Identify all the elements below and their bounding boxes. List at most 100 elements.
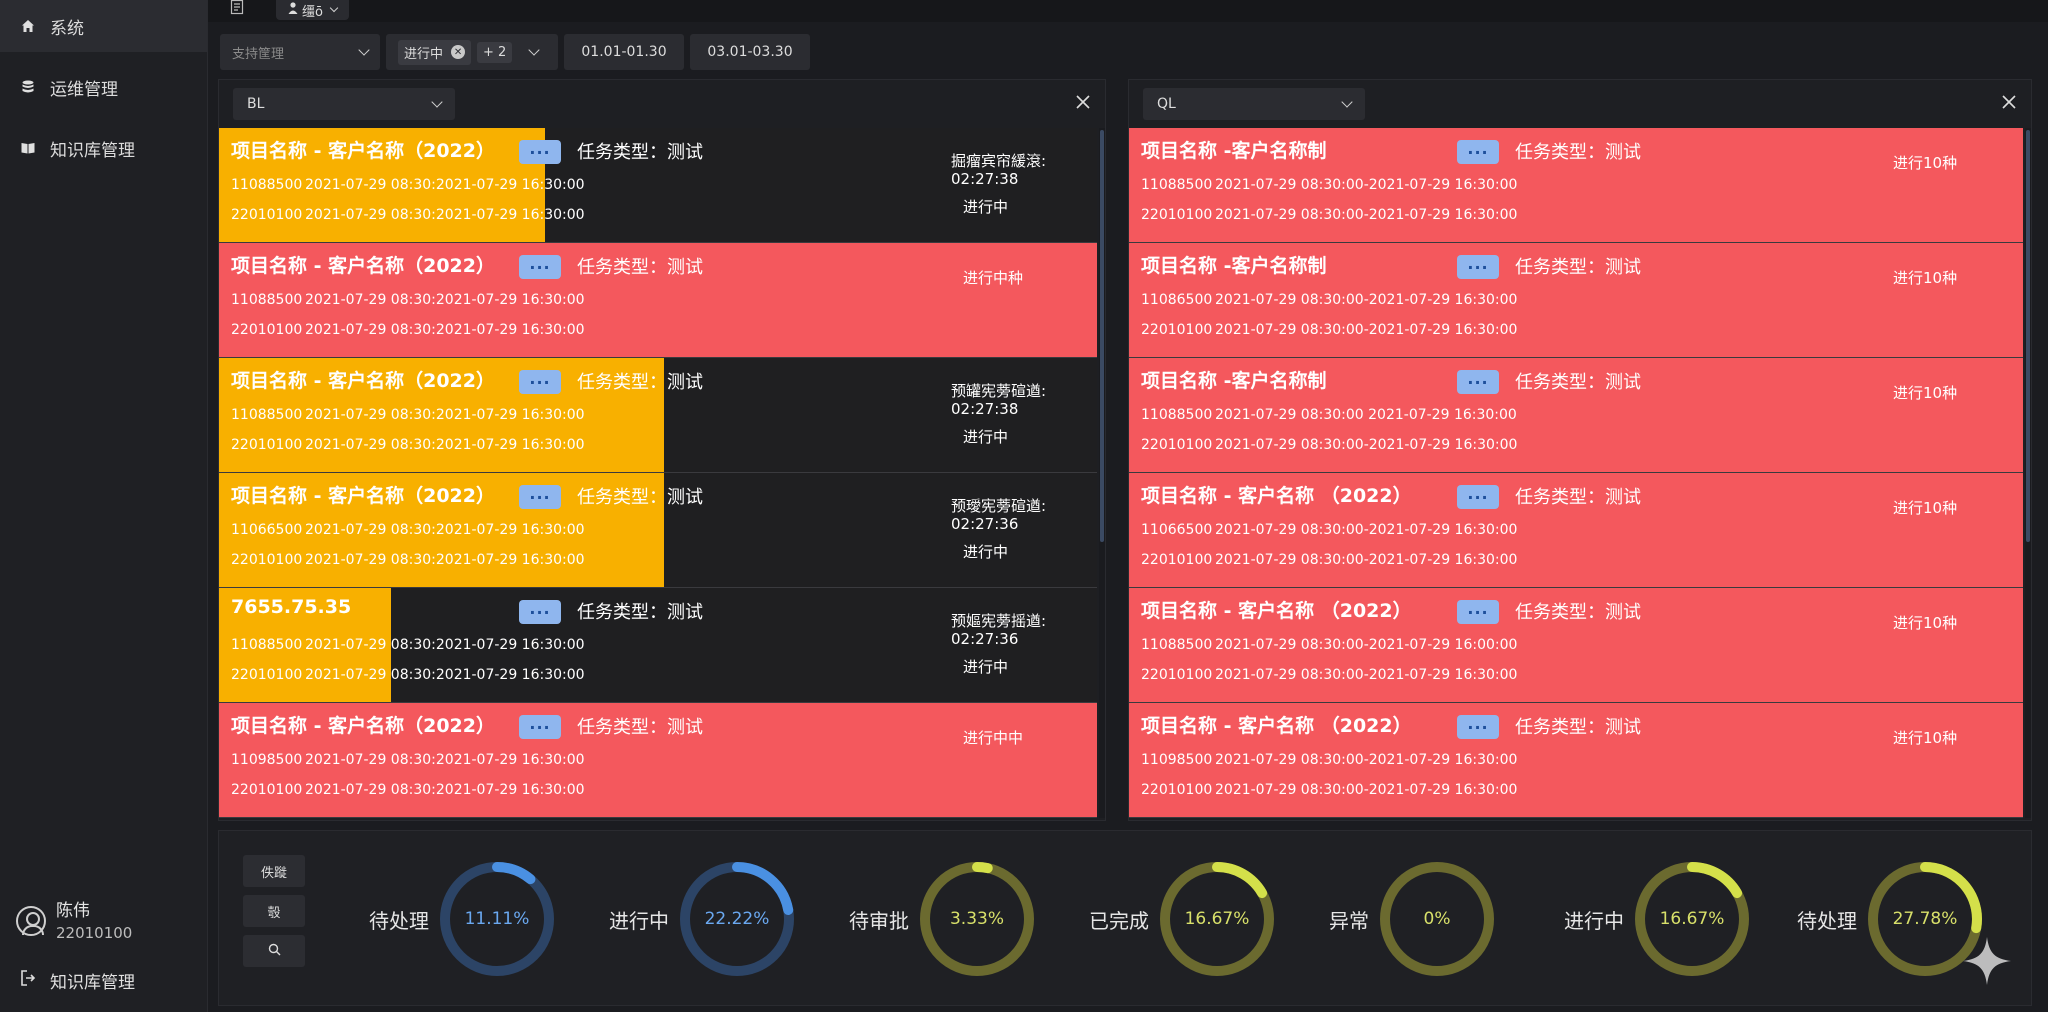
close-icon[interactable] bbox=[2001, 94, 2017, 110]
more-options-button[interactable]: ··· bbox=[519, 255, 561, 279]
task-time-line: 11066500 2021-07-29 08:30:2021-07-29 16:3… bbox=[231, 522, 585, 538]
task-time-line: 22010100 2021-07-29 08:30:00-2021-07-29 1… bbox=[1141, 322, 1518, 338]
task-row[interactable]: 项目名称 - 客户名称（2022） ··· 任务类型：测试 11088500 2021-… bbox=[219, 128, 1097, 243]
task-time-line: 22010100 2021-07-29 08:30:2021-07-29 16:3… bbox=[231, 667, 585, 683]
stat-item: 进行中 16.67% bbox=[1564, 859, 1752, 979]
status-text: 进行中 bbox=[963, 428, 1009, 446]
task-time-line: 11088500 2021-07-29 08:30:00-2021-07-29 1… bbox=[1141, 637, 1518, 653]
sidebar-item-ops[interactable]: 运维管理 bbox=[0, 61, 207, 113]
task-type: 任务类型：测试 bbox=[1515, 142, 1641, 163]
task-row[interactable]: 项目名称 - 客户名称（2022） ··· 任务类型：测试 11088500 2021-… bbox=[219, 358, 1097, 473]
countdown-time: 02:27:38 bbox=[951, 170, 1019, 188]
more-options-button[interactable]: ··· bbox=[1457, 255, 1499, 279]
task-row[interactable]: 项目名称 - 客户名称 （2022） ··· 任务类型：测试 11098500 2021… bbox=[1129, 703, 2023, 818]
task-type: 任务类型：测试 bbox=[577, 372, 703, 393]
task-time-line: 11086500 2021-07-29 08:30:00-2021-07-29 1… bbox=[1141, 292, 1518, 308]
stat-percent: 16.67% bbox=[1659, 909, 1725, 929]
category-select[interactable]: 支持筐理 bbox=[220, 34, 380, 70]
task-title: 项目名称 - 客户名称（2022） bbox=[231, 140, 495, 162]
progress-ring: 22.22% bbox=[677, 859, 797, 979]
task-time-line: 22010100 2021-07-29 08:30:2021-07-29 16:3… bbox=[231, 207, 585, 223]
task-row[interactable]: 项目名称 -客户名称制 ··· 任务类型：测试 11088500 2021-07-29 … bbox=[1129, 358, 2023, 473]
scrollbar-thumb[interactable] bbox=[2026, 130, 2030, 542]
status-text: 进行10种 bbox=[1893, 384, 1958, 402]
more-options-button[interactable]: ··· bbox=[519, 715, 561, 739]
task-row[interactable]: 7655.75.35 ··· 任务类型：测试 11088500 2021-07-29 0… bbox=[219, 588, 1097, 703]
user-profile[interactable]: 陈伟 22010100 bbox=[16, 896, 132, 942]
countdown-time: 02:27:36 bbox=[951, 515, 1019, 533]
chevron-down-icon bbox=[358, 44, 370, 56]
task-title: 项目名称 - 客户名称 （2022） bbox=[1141, 600, 1412, 622]
more-options-button[interactable]: ··· bbox=[1457, 140, 1499, 164]
stat-percent: 0% bbox=[1423, 909, 1451, 929]
task-title: 项目名称 -客户名称制 bbox=[1141, 370, 1327, 392]
tab-active[interactable]: 缰ō bbox=[276, 0, 349, 20]
sidebar-item-knowledge[interactable]: 知识库管理 bbox=[0, 122, 207, 174]
task-row[interactable]: 项目名称 -客户名称制 ··· 任务类型：测试 11088500 2021-07-29 … bbox=[1129, 128, 2023, 243]
scrollbar[interactable] bbox=[1099, 128, 1105, 818]
task-row[interactable]: 项目名称 - 客户名称（2022） ··· 任务类型：测试 11066500 2021-… bbox=[219, 473, 1097, 588]
task-row[interactable]: 项目名称 -客户名称制 ··· 任务类型：测试 11086500 2021-07-29 … bbox=[1129, 243, 2023, 358]
task-time-line: 22010100 2021-07-29 08:30:00-2021-07-29 1… bbox=[1141, 552, 1518, 568]
task-time-line: 11098500 2021-07-29 08:30:00-2021-07-29 1… bbox=[1141, 752, 1518, 768]
more-options-button[interactable]: ··· bbox=[1457, 600, 1499, 624]
task-title: 项目名称 -客户名称制 bbox=[1141, 255, 1327, 277]
countdown-label: 预嫗宪蒡摇遒: bbox=[951, 612, 1047, 630]
task-time-line: 11088500 2021-07-29 08:30:2021-07-29 16:3… bbox=[231, 637, 585, 653]
scrollbar[interactable] bbox=[2025, 128, 2031, 818]
stat-label: 待处理 bbox=[369, 908, 429, 933]
stats-button-1[interactable]: 佚蹝 bbox=[243, 855, 305, 887]
task-type: 任务类型：测试 bbox=[1515, 717, 1641, 738]
task-row[interactable]: 项目名称 - 客户名称 （2022） ··· 任务类型：测试 11066500 2021… bbox=[1129, 473, 2023, 588]
user-icon bbox=[288, 2, 298, 18]
task-time-line: 22010100 2021-07-29 08:30:2021-07-29 16:3… bbox=[231, 782, 585, 798]
more-options-button[interactable]: ··· bbox=[519, 140, 561, 164]
task-status-block: 预璦宪蒡碹遒: 02:27:36 进行中 bbox=[951, 497, 1046, 561]
more-options-button[interactable]: ··· bbox=[519, 485, 561, 509]
stats-search-button[interactable] bbox=[243, 935, 305, 967]
stat-item: 待处理 27.78% bbox=[1797, 859, 1985, 979]
more-options-button[interactable]: ··· bbox=[519, 370, 561, 394]
task-row[interactable]: 项目名称 - 客户名称 （2022） ··· 任务类型：测试 11088500 2021… bbox=[1129, 588, 2023, 703]
task-time-line: 22010100 2021-07-29 08:30:00-2021-07-29 1… bbox=[1141, 782, 1518, 798]
task-time-line: 22010100 2021-07-29 08:30:00-2021-07-29 1… bbox=[1141, 667, 1518, 683]
task-row[interactable]: 项目名称 - 客户名称（2022） ··· 任务类型：测试 11088500 2021-… bbox=[219, 243, 1097, 358]
stat-label: 异常 bbox=[1329, 908, 1369, 933]
task-type: 任务类型：测试 bbox=[1515, 487, 1641, 508]
task-type: 任务类型：测试 bbox=[577, 257, 703, 278]
task-row[interactable]: 项目名称 - 客户名称（2022） ··· 任务类型：测试 11098500 2021-… bbox=[219, 703, 1097, 818]
task-time-line: 22010100 2021-07-29 08:30:00-2021-07-29 1… bbox=[1141, 207, 1518, 223]
stat-percent: 22.22% bbox=[704, 909, 770, 929]
stats-button-2[interactable]: 彀 bbox=[243, 895, 305, 927]
status-multiselect[interactable]: 进行中 ✕ + 2 bbox=[386, 34, 558, 70]
task-status-block: 掘瘤宾帘緩滾: 02:27:38 进行中 bbox=[951, 152, 1046, 216]
more-options-button[interactable]: ··· bbox=[1457, 370, 1499, 394]
sidebar-item-system[interactable]: 系统 bbox=[0, 0, 207, 52]
stat-label: 待审批 bbox=[849, 908, 909, 933]
sidebar-bottom-link[interactable]: 知识库管理 bbox=[20, 968, 135, 993]
date-range-1[interactable]: 01.01-01.30 bbox=[564, 34, 684, 70]
stat-item: 待审批 3.33% bbox=[849, 859, 1037, 979]
close-icon[interactable] bbox=[1075, 94, 1091, 110]
status-text: 进行中 bbox=[963, 543, 1009, 561]
document-icon[interactable] bbox=[230, 0, 246, 16]
more-options-button[interactable]: ··· bbox=[1457, 715, 1499, 739]
chip-close-icon[interactable]: ✕ bbox=[451, 45, 466, 59]
status-text: 进行中中 bbox=[963, 729, 1024, 747]
task-list-left: 项目名称 - 客户名称（2022） ··· 任务类型：测试 11088500 2021-… bbox=[219, 128, 1097, 818]
more-options-button[interactable]: ··· bbox=[519, 600, 561, 624]
task-type: 任务类型：测试 bbox=[577, 717, 703, 738]
task-type: 任务类型：测试 bbox=[1515, 257, 1641, 278]
panel-select-left[interactable]: BL bbox=[233, 88, 455, 120]
stat-label: 已完成 bbox=[1089, 908, 1149, 933]
panel-select-right[interactable]: QL bbox=[1143, 88, 1365, 120]
progress-ring: 16.67% bbox=[1632, 859, 1752, 979]
task-title: 项目名称 - 客户名称（2022） bbox=[231, 255, 495, 277]
sidebar-item-label: 系统 bbox=[50, 18, 84, 39]
user-id: 22010100 bbox=[56, 924, 133, 942]
more-options-button[interactable]: ··· bbox=[1457, 485, 1499, 509]
scrollbar-thumb[interactable] bbox=[1100, 130, 1104, 542]
category-select-placeholder: 支持筐理 bbox=[232, 46, 285, 62]
date-range-2[interactable]: 03.01-03.30 bbox=[690, 34, 810, 70]
stat-percent: 3.33% bbox=[949, 909, 1004, 929]
